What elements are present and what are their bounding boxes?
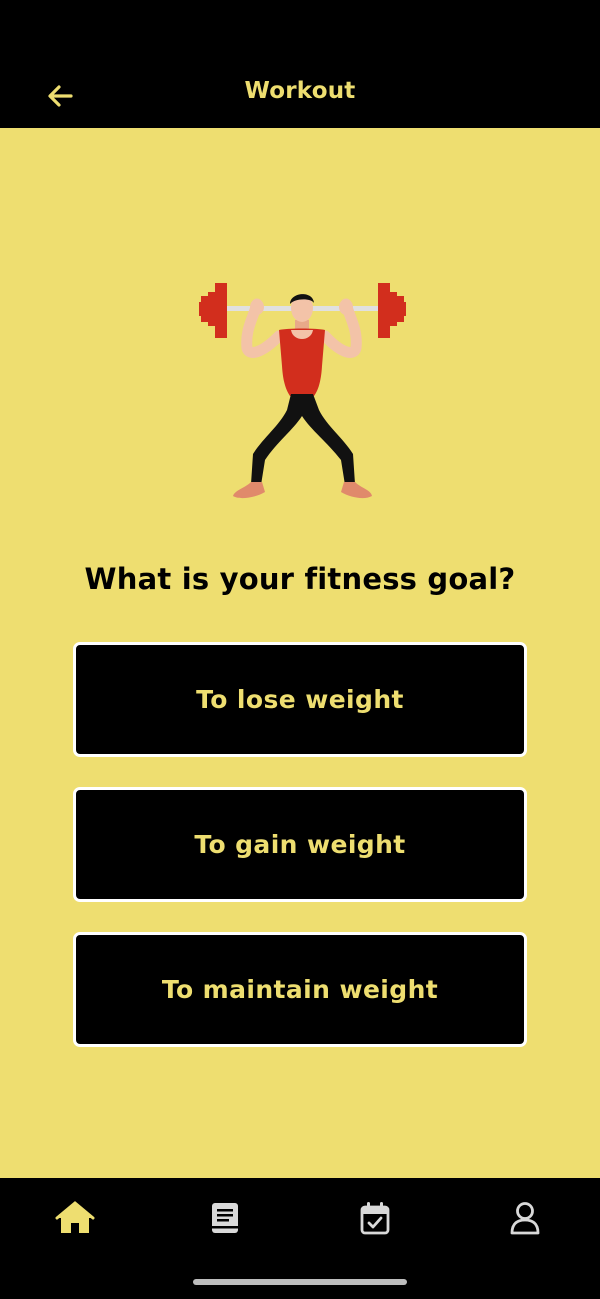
home-icon xyxy=(55,1201,95,1233)
user-icon xyxy=(510,1202,540,1235)
app-screen: Workout What is your fitness goal? To lo… xyxy=(0,0,600,1299)
question-heading: What is your fitness goal? xyxy=(84,562,516,596)
book-icon xyxy=(212,1203,238,1233)
calendar-check-icon xyxy=(360,1202,390,1235)
tab-library[interactable] xyxy=(201,1196,249,1240)
option-label: To gain weight xyxy=(194,830,406,859)
option-label: To lose weight xyxy=(196,685,404,714)
weightlifter-illustration xyxy=(199,283,406,499)
option-label: To maintain weight xyxy=(161,975,439,1004)
tab-schedule[interactable] xyxy=(351,1196,399,1240)
option-gain-weight-button[interactable]: To gain weight xyxy=(73,787,527,902)
tab-home[interactable] xyxy=(51,1196,99,1240)
option-lose-weight-button[interactable]: To lose weight xyxy=(73,642,527,757)
tab-profile[interactable] xyxy=(501,1196,549,1240)
page-title: Workout xyxy=(244,78,356,104)
home-indicator xyxy=(193,1279,407,1285)
top-app-bar: Workout xyxy=(0,0,600,128)
option-maintain-weight-button[interactable]: To maintain weight xyxy=(73,932,527,1047)
